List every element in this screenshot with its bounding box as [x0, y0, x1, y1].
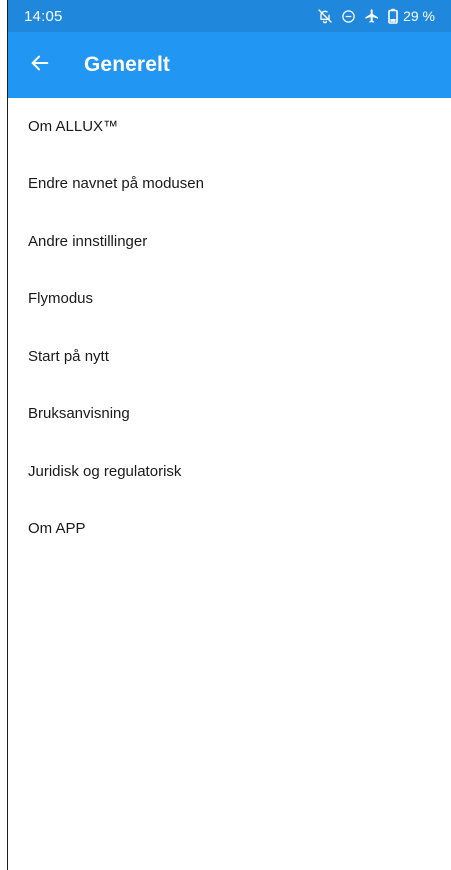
menu-item-label: Om APP: [28, 520, 86, 538]
airplane-icon: [364, 8, 380, 24]
menu-item-label: Endre navnet på modusen: [28, 175, 204, 193]
battery-icon: [388, 8, 398, 24]
back-button[interactable]: [12, 37, 68, 93]
menu-item-label: Start på nytt: [28, 347, 109, 365]
menu-item-legal-regulatory[interactable]: Juridisk og regulatorisk: [8, 443, 451, 501]
app-bar: Generelt: [8, 32, 451, 98]
menu-item-restart[interactable]: Start på nytt: [8, 328, 451, 386]
notifications-off-icon: [317, 8, 333, 24]
menu-item-rename-mode[interactable]: Endre navnet på modusen: [8, 155, 451, 213]
menu-item-user-manual[interactable]: Bruksanvisning: [8, 385, 451, 443]
menu-item-about-app[interactable]: Om APP: [8, 500, 451, 558]
battery-percent: 29 %: [403, 8, 435, 24]
menu-item-label: Om ALLUX™: [28, 118, 119, 135]
page-title: Generelt: [84, 53, 170, 76]
arrow-left-icon: [29, 52, 51, 79]
menu-item-om-allux[interactable]: Om ALLUX™: [8, 98, 451, 155]
menu-item-label: Andre innstillinger: [28, 232, 148, 250]
menu-item-label: Flymodus: [28, 290, 94, 308]
do-not-disturb-icon: [341, 9, 356, 24]
menu-item-label: Bruksanvisning: [28, 405, 130, 423]
screen-edge: [0, 0, 8, 870]
status-time: 14:05: [24, 7, 63, 25]
menu-item-other-settings[interactable]: Andre innstillinger: [8, 213, 451, 271]
settings-menu-list: Om ALLUX™ Endre navnet på modusen Andre …: [8, 98, 451, 558]
menu-item-flight-mode[interactable]: Flymodus: [8, 270, 451, 328]
status-bar: 14:05 29 %: [8, 0, 451, 32]
status-icons: 29 %: [317, 8, 435, 24]
menu-item-label: Juridisk og regulatorisk: [28, 462, 182, 480]
